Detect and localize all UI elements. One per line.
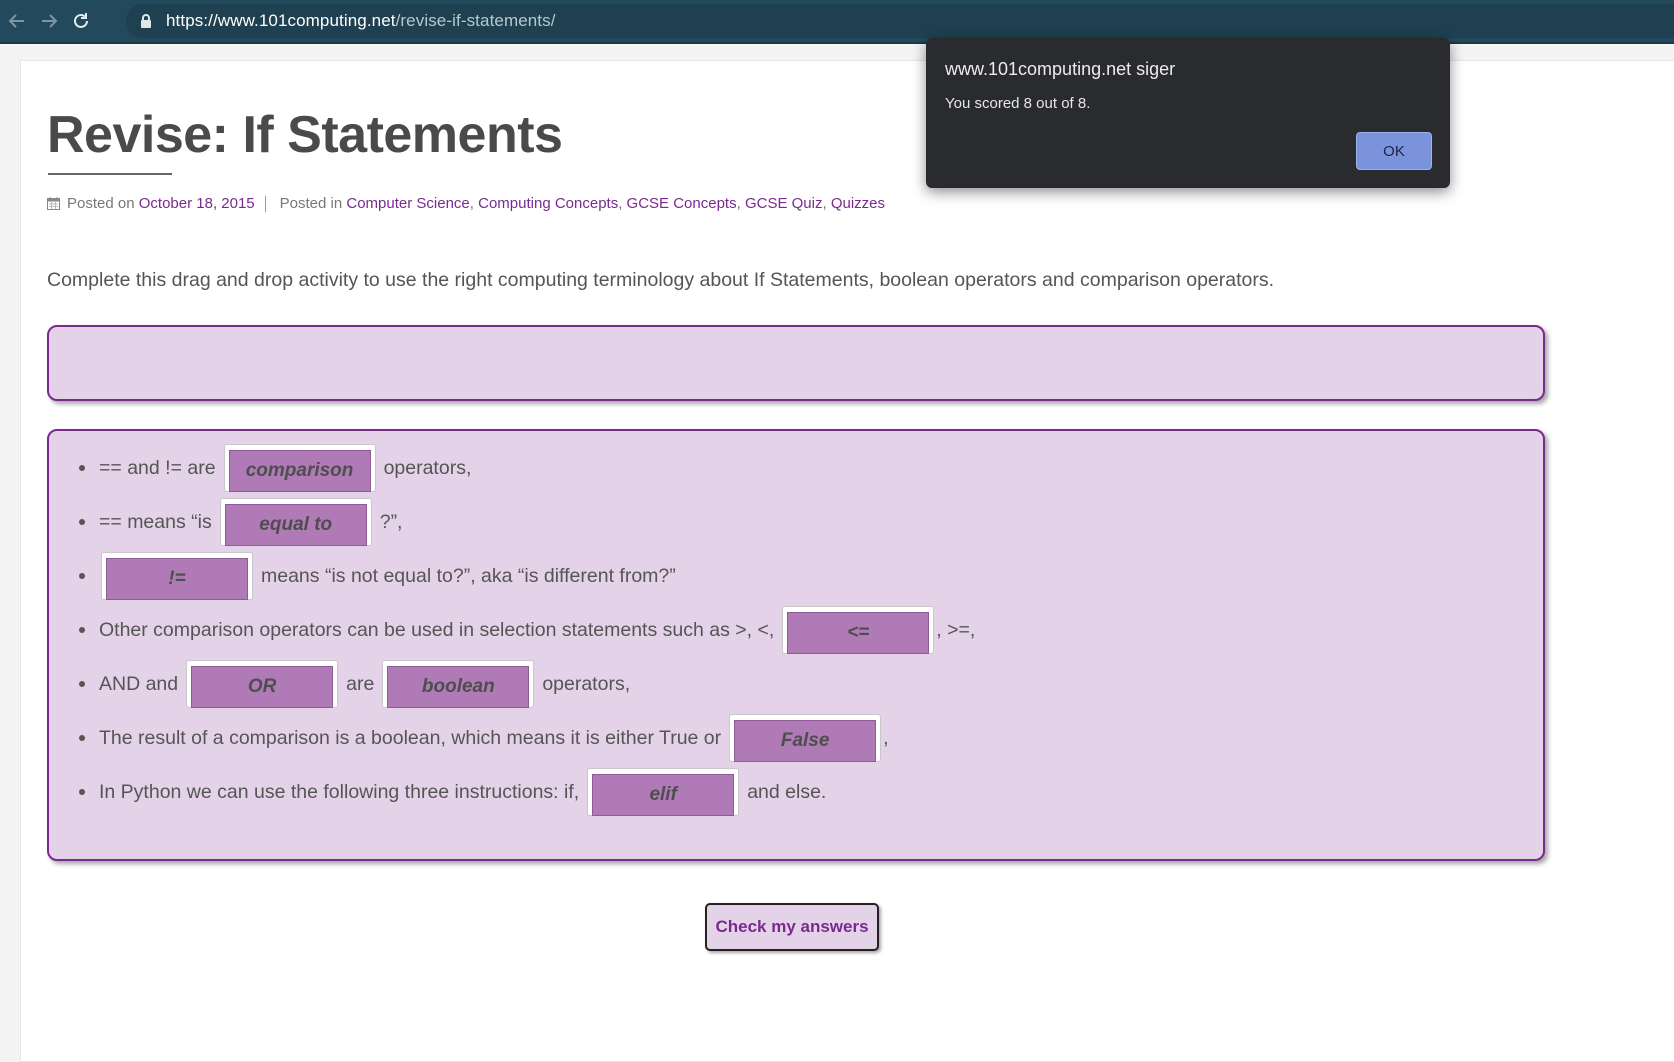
alert-dialog: www.101computing.net siger You scored 8 … <box>926 38 1450 188</box>
post-meta: Posted on October 18, 2015 Posted in Com… <box>47 195 885 212</box>
intro-text: Complete this drag and drop activity to … <box>47 269 1275 291</box>
answer-chip[interactable]: elif <box>592 774 735 816</box>
drop-slot[interactable]: != <box>101 552 253 600</box>
quiz-text: , <box>883 726 889 749</box>
posted-on-label: Posted on <box>67 195 135 212</box>
category-link[interactable]: Computer Science <box>346 195 469 212</box>
dialog-message: You scored 8 out of 8. <box>945 95 1091 112</box>
category-link[interactable]: GCSE Quiz <box>745 195 823 212</box>
url-text: https://www.101computing.net/revise-if-s… <box>166 11 556 31</box>
answer-chip[interactable]: equal to <box>224 504 367 546</box>
reload-icon[interactable] <box>70 10 92 32</box>
page-content: Revise: If Statements Posted on October … <box>20 60 1674 1062</box>
answer-chip[interactable]: OR <box>191 666 334 708</box>
ok-button[interactable]: OK <box>1356 132 1432 170</box>
drop-slot[interactable]: equal to <box>219 498 372 546</box>
drop-slot[interactable]: OR <box>186 660 339 708</box>
quiz-text: and else. <box>747 780 827 803</box>
quiz-panel: == and != are comparison operators, == m… <box>47 429 1545 861</box>
quiz-text: AND and <box>99 672 179 695</box>
quiz-text: means “is not equal to?”, aka “is differ… <box>261 564 676 587</box>
title-underline <box>48 173 172 175</box>
quiz-text: operators, <box>542 672 631 695</box>
quiz-item: In Python we can use the following three… <box>79 767 826 817</box>
quiz-text: The result of a comparison is a boolean,… <box>99 726 722 749</box>
back-arrow-icon[interactable] <box>6 10 28 32</box>
answer-chip[interactable]: boolean <box>387 666 530 708</box>
dialog-origin: www.101computing.net siger <box>945 59 1176 79</box>
quiz-item: == and != are comparison operators, <box>79 443 471 493</box>
address-bar[interactable]: https://www.101computing.net/revise-if-s… <box>126 4 1674 38</box>
check-answers-button[interactable]: Check my answers <box>705 903 879 951</box>
lock-icon[interactable] <box>140 12 154 30</box>
category-link[interactable]: GCSE Concepts <box>627 195 737 212</box>
quiz-item: AND and OR are boolean operators, <box>79 659 630 709</box>
quiz-item: The result of a comparison is a boolean,… <box>79 713 889 763</box>
answer-chip[interactable]: False <box>734 720 877 762</box>
quiz-text: operators, <box>383 456 472 479</box>
posted-in-label: Posted in <box>279 195 343 212</box>
quiz-item: == means “is equal to ?”, <box>79 497 402 547</box>
drop-slot[interactable]: False <box>729 714 882 762</box>
drop-slot[interactable]: elif <box>587 768 740 816</box>
page-title: Revise: If Statements <box>47 106 563 164</box>
quiz-text: == means “is <box>99 510 212 533</box>
quiz-text: Other comparison operators can be used i… <box>99 618 775 641</box>
meta-divider <box>264 195 266 212</box>
answer-chip[interactable]: comparison <box>228 450 371 492</box>
quiz-text: are <box>346 672 375 695</box>
drop-slot[interactable]: <= <box>782 606 935 654</box>
answer-chip[interactable]: != <box>106 558 248 600</box>
quiz-text: == and != are <box>99 456 216 479</box>
category-link[interactable]: Quizzes <box>831 195 885 212</box>
post-date-link[interactable]: October 18, 2015 <box>139 195 255 212</box>
quiz-text: , >=, <box>936 618 976 641</box>
drop-slot[interactable]: boolean <box>382 660 535 708</box>
drop-slot[interactable]: comparison <box>223 444 376 492</box>
url-host: https://www.101computing.net <box>166 11 396 30</box>
calendar-icon <box>47 197 60 210</box>
answer-chip[interactable]: <= <box>787 612 930 654</box>
quiz-item: != means “is not equal to?”, aka “is dif… <box>79 551 676 601</box>
quiz-text: In Python we can use the following three… <box>99 780 580 803</box>
quiz-text: ?”, <box>379 510 403 533</box>
forward-arrow-icon[interactable] <box>38 10 60 32</box>
url-path: /revise-if-statements/ <box>395 11 556 30</box>
word-bank-dropzone[interactable] <box>47 325 1545 401</box>
quiz-item: Other comparison operators can be used i… <box>79 605 975 655</box>
category-link[interactable]: Computing Concepts <box>478 195 618 212</box>
